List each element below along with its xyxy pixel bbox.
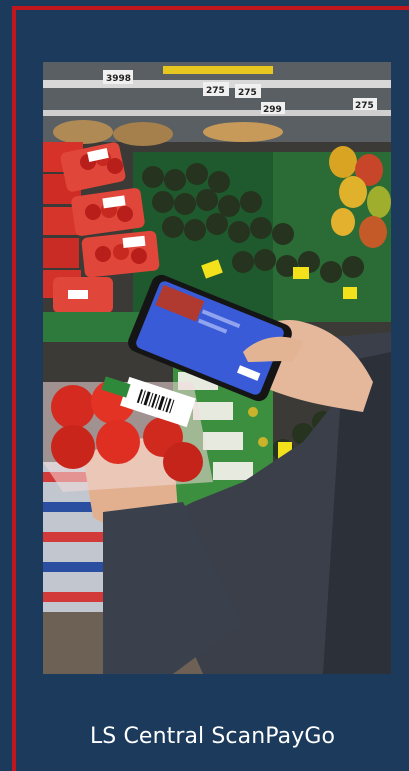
frame-accent-left — [12, 6, 16, 771]
shelf-tag-text: 275 — [206, 86, 225, 96]
product-caption: LS Central ScanPayGo — [89, 724, 336, 749]
frame-accent-top — [12, 6, 409, 10]
tomato-package — [43, 376, 213, 492]
shelf-tag-text: 275 — [238, 88, 257, 98]
shelf-tag-text: 3998 — [106, 74, 131, 84]
promo-card: 3998 275 275 299 275 LS Central ScanPayG… — [0, 0, 409, 771]
product-photo: 3998 275 275 299 275 — [43, 62, 391, 674]
shelf-tag-text: 275 — [355, 101, 374, 111]
shelf-tag-text: 299 — [263, 105, 282, 115]
